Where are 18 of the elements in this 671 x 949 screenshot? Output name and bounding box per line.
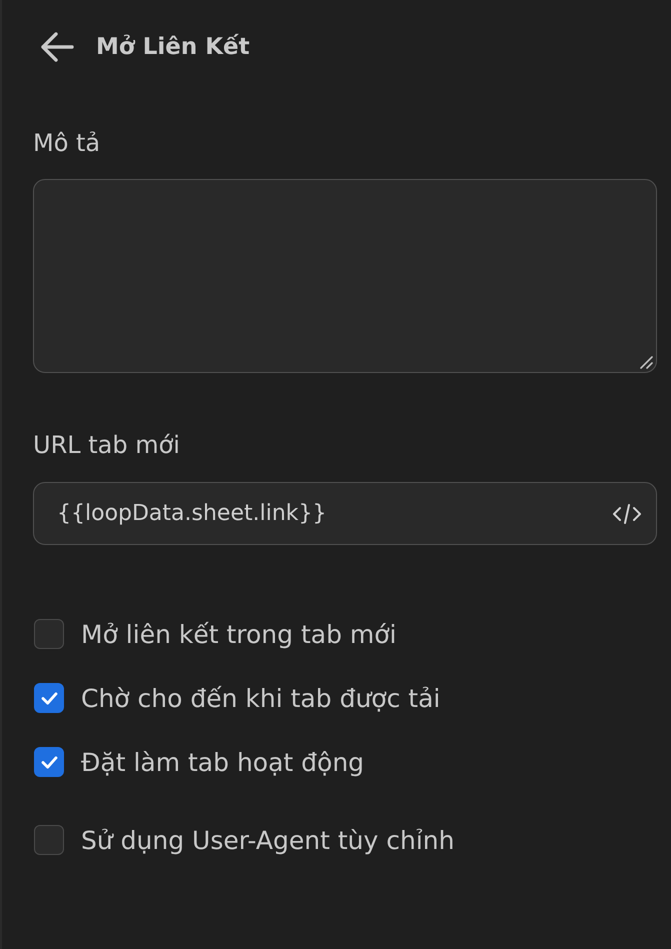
- checkbox-label: Đặt làm tab hoạt động: [81, 748, 364, 776]
- field-label: URL tab mới: [33, 430, 180, 460]
- url-input-field[interactable]: {{loopData.sheet.link}}: [33, 482, 657, 545]
- url-value: {{loopData.sheet.link}}: [57, 501, 327, 526]
- page-title: Mở Liên Kết: [96, 34, 250, 60]
- code-icon[interactable]: [612, 504, 642, 524]
- checkbox[interactable]: [34, 619, 64, 649]
- checkbox-label: Mở liên kết trong tab mới: [81, 620, 397, 648]
- back-arrow-icon: [40, 32, 74, 62]
- resize-handle-icon: [639, 355, 653, 369]
- checkbox[interactable]: [34, 825, 64, 855]
- checkmark-icon: [40, 692, 58, 704]
- field-label: Mô tả: [33, 128, 100, 158]
- checkbox[interactable]: [34, 747, 64, 777]
- checkbox-label: Sử dụng User-Agent tùy chỉnh: [81, 826, 454, 854]
- checkmark-icon: [40, 756, 58, 768]
- checkbox[interactable]: [34, 683, 64, 713]
- checkbox-label: Chờ cho đến khi tab được tải: [81, 684, 440, 712]
